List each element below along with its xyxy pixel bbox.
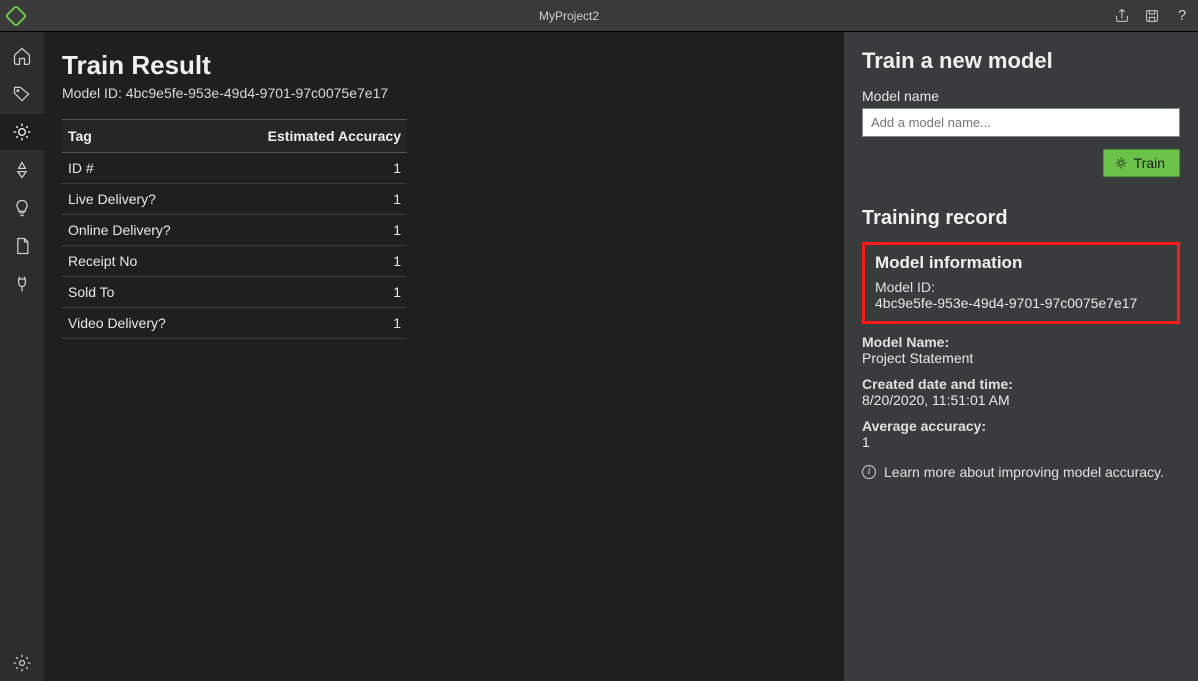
- learn-more-link[interactable]: i Learn more about improving model accur…: [862, 464, 1180, 480]
- table-row: ID #1: [62, 153, 407, 184]
- table-row: Live Delivery?1: [62, 184, 407, 215]
- right-panel: Train a new model Model name Train Train…: [844, 32, 1198, 681]
- model-id-subtitle: Model ID: 4bc9e5fe-953e-49d4-9701-97c007…: [62, 85, 826, 101]
- help-icon[interactable]: ?: [1174, 8, 1190, 24]
- col-header-tag: Tag: [62, 120, 214, 153]
- model-name-input[interactable]: [862, 108, 1180, 137]
- lightbulb-icon[interactable]: [0, 190, 44, 226]
- model-id-value: 4bc9e5fe-953e-49d4-9701-97c0075e7e17: [875, 295, 1167, 311]
- titlebar: MyProject2 ?: [0, 0, 1198, 32]
- document-icon[interactable]: [0, 228, 44, 264]
- compose-icon[interactable]: [0, 152, 44, 188]
- model-info-highlight: Model information Model ID: 4bc9e5fe-953…: [862, 242, 1180, 324]
- gear-small-icon: [1114, 156, 1128, 170]
- avg-accuracy-label: Average accuracy:: [862, 418, 1180, 434]
- info-icon: i: [862, 465, 876, 479]
- training-record-heading: Training record: [862, 207, 1180, 230]
- result-table: Tag Estimated Accuracy ID #1 Live Delive…: [62, 119, 407, 339]
- model-name-info-value: Project Statement: [862, 350, 1180, 366]
- save-icon[interactable]: [1144, 8, 1160, 24]
- model-id-label: Model ID:: [875, 279, 1167, 295]
- col-header-accuracy: Estimated Accuracy: [214, 120, 407, 153]
- window-title: MyProject2: [24, 9, 1114, 23]
- table-row: Video Delivery?1: [62, 308, 407, 339]
- tag-icon[interactable]: [0, 76, 44, 112]
- sidebar: [0, 32, 44, 681]
- main-content: Train Result Model ID: 4bc9e5fe-953e-49d…: [44, 32, 844, 681]
- table-row: Sold To1: [62, 277, 407, 308]
- model-name-label: Model name: [862, 88, 1180, 104]
- avg-accuracy-value: 1: [862, 434, 1180, 450]
- table-row: Online Delivery?1: [62, 215, 407, 246]
- created-label: Created date and time:: [862, 376, 1180, 392]
- train-button[interactable]: Train: [1103, 149, 1180, 177]
- created-value: 8/20/2020, 11:51:01 AM: [862, 392, 1180, 408]
- model-name-info-label: Model Name:: [862, 334, 1180, 350]
- share-icon[interactable]: [1114, 8, 1130, 24]
- model-info-heading: Model information: [875, 253, 1167, 273]
- page-title: Train Result: [62, 50, 826, 81]
- table-row: Receipt No1: [62, 246, 407, 277]
- settings-icon[interactable]: [0, 645, 44, 681]
- panel-title: Train a new model: [862, 48, 1180, 74]
- train-icon[interactable]: [0, 114, 44, 150]
- home-icon[interactable]: [0, 38, 44, 74]
- connect-icon[interactable]: [0, 266, 44, 302]
